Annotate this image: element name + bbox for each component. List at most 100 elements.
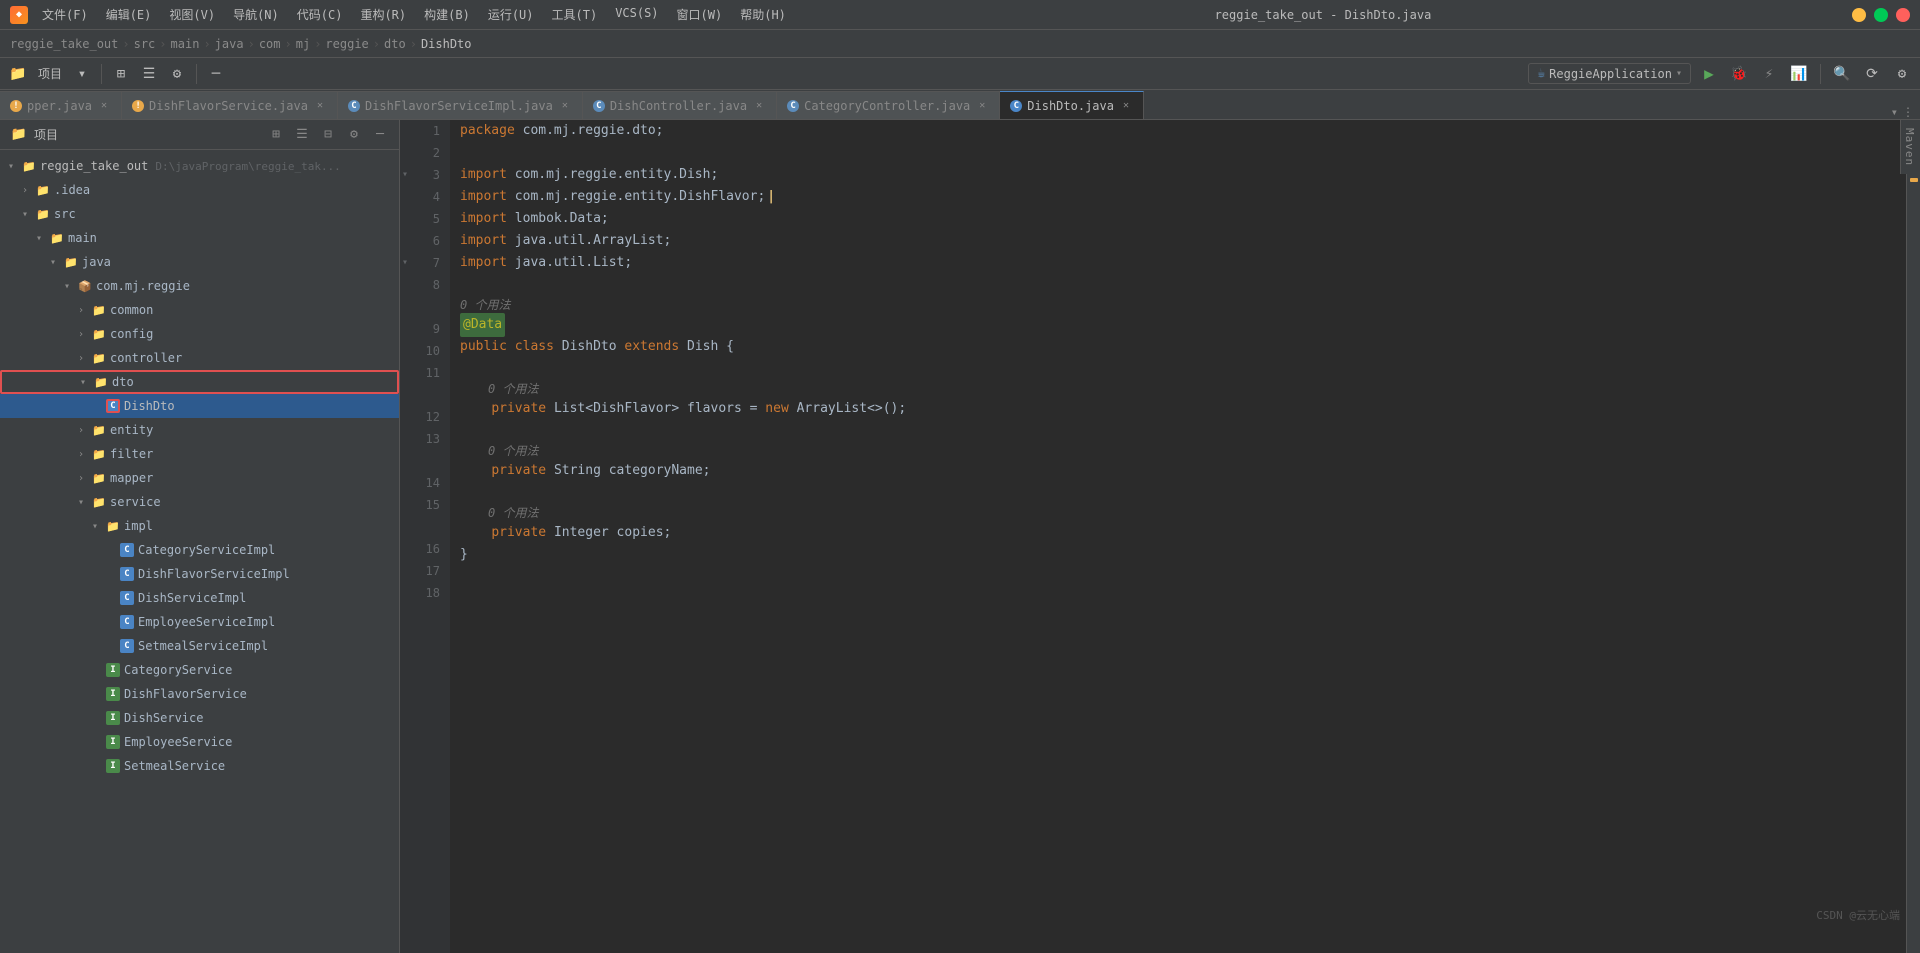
menu-code[interactable]: 代码(C): [289, 4, 351, 25]
gear-button[interactable]: ⚙: [343, 124, 365, 146]
run-button[interactable]: ▶: [1697, 62, 1721, 86]
tab-close-dishflavorserviceimpl[interactable]: ✕: [558, 99, 572, 113]
com-folder-icon: 📦: [77, 278, 93, 294]
menu-build[interactable]: 构建(B): [416, 4, 478, 25]
breadcrumb-com[interactable]: com: [259, 37, 281, 51]
menu-window[interactable]: 窗口(W): [669, 4, 731, 25]
line-4: 4: [400, 186, 450, 208]
menu-refactor[interactable]: 重构(R): [352, 4, 414, 25]
tab-close-dishflavorservice[interactable]: ✕: [313, 99, 327, 113]
breadcrumb-dto[interactable]: dto: [384, 37, 406, 51]
tree-setmealserviceimpl[interactable]: › C SetmealServiceImpl: [0, 634, 399, 658]
service-chevron-icon: ▾: [74, 495, 88, 509]
tree-com-mj-reggie[interactable]: ▾ 📦 com.mj.reggie: [0, 274, 399, 298]
tree-config[interactable]: › 📁 config: [0, 322, 399, 346]
tree-dishflavorservice[interactable]: › I DishFlavorService: [0, 682, 399, 706]
root-chevron-icon: ▾: [4, 159, 18, 173]
settings-button[interactable]: ⚙: [1890, 62, 1914, 86]
breadcrumb-main[interactable]: main: [171, 37, 200, 51]
breadcrumb-java[interactable]: java: [215, 37, 244, 51]
menu-vcs[interactable]: VCS(S): [607, 4, 666, 25]
tree-main[interactable]: ▾ 📁 main: [0, 226, 399, 250]
tabs-more-icon[interactable]: ⋮: [1902, 105, 1914, 119]
editor-area: ▾1 2 ▾3 4 5 6 ▾7 8 9 10 11 12 13 14: [400, 120, 1920, 953]
tabs-end-controls[interactable]: ▾ ⋮: [1885, 105, 1920, 119]
tree-filter[interactable]: › 📁 filter: [0, 442, 399, 466]
tree-dishdto[interactable]: › C DishDto: [0, 394, 399, 418]
align-button[interactable]: ☰: [291, 124, 313, 146]
tabs-dropdown-icon[interactable]: ▾: [1891, 105, 1898, 119]
update-button[interactable]: ⟳: [1860, 62, 1884, 86]
tree-dishservice-label: DishService: [124, 711, 203, 725]
tree-dishserviceimpl[interactable]: › C DishServiceImpl: [0, 586, 399, 610]
tab-close-dishcontroller[interactable]: ✕: [752, 99, 766, 113]
tree-root[interactable]: ▾ 📁 reggie_take_out D:\javaProgram\reggi…: [0, 154, 399, 178]
tree-categoryservice[interactable]: › I CategoryService: [0, 658, 399, 682]
fold-icon-7[interactable]: ▾: [402, 252, 408, 274]
tree-dishflavorserviceimpl[interactable]: › C DishFlavorServiceImpl: [0, 562, 399, 586]
tree-common[interactable]: › 📁 common: [0, 298, 399, 322]
tree-employeeservice[interactable]: › I EmployeeService: [0, 730, 399, 754]
tree-categoryserviceimpl[interactable]: › C CategoryServiceImpl: [0, 538, 399, 562]
tree-dishservice[interactable]: › I DishService: [0, 706, 399, 730]
warning-stripe: [1910, 178, 1918, 182]
more-options-button[interactable]: ⚙: [165, 62, 189, 86]
debug-button[interactable]: 🐞: [1727, 62, 1751, 86]
expand-all-button[interactable]: ⊞: [109, 62, 133, 86]
categoryservice-icon: I: [105, 662, 121, 678]
maven-tab[interactable]: Maven: [1900, 120, 1920, 174]
tree-entity[interactable]: › 📁 entity: [0, 418, 399, 442]
menu-navigate[interactable]: 导航(N): [225, 4, 287, 25]
tree-dto[interactable]: ▾ 📁 dto: [0, 370, 399, 394]
menu-run[interactable]: 运行(U): [480, 4, 542, 25]
collapse-all-button[interactable]: ☰: [137, 62, 161, 86]
menu-edit[interactable]: 编辑(E): [98, 4, 160, 25]
tree-src[interactable]: ▾ 📁 src: [0, 202, 399, 226]
tree-controller[interactable]: › 📁 controller: [0, 346, 399, 370]
tab-dishdto[interactable]: C DishDto.java ✕: [1000, 91, 1144, 119]
tab-close-dishdto[interactable]: ✕: [1119, 99, 1133, 113]
breadcrumb-reggie[interactable]: reggie: [325, 37, 368, 51]
profile-button[interactable]: 📊: [1787, 62, 1811, 86]
breadcrumb-mj[interactable]: mj: [296, 37, 310, 51]
expand-button[interactable]: ⊞: [265, 124, 287, 146]
tree-idea[interactable]: › 📁 .idea: [0, 178, 399, 202]
tree-mapper[interactable]: › 📁 mapper: [0, 466, 399, 490]
menu-help[interactable]: 帮助(H): [732, 4, 794, 25]
close-button[interactable]: ✕: [1896, 8, 1910, 22]
tree-service[interactable]: ▾ 📁 service: [0, 490, 399, 514]
tree-java[interactable]: ▾ 📁 java: [0, 250, 399, 274]
dropdown-icon[interactable]: ▾: [70, 62, 94, 86]
tab-categorycontroller[interactable]: C CategoryController.java ✕: [777, 91, 1000, 119]
close-panel-button[interactable]: ─: [204, 62, 228, 86]
menu-view[interactable]: 视图(V): [161, 4, 223, 25]
search-button[interactable]: 🔍: [1830, 62, 1854, 86]
tree-employeeserviceimpl[interactable]: › C EmployeeServiceImpl: [0, 610, 399, 634]
tree-impl[interactable]: ▾ 📁 impl: [0, 514, 399, 538]
tree-setmealservice[interactable]: › I SetmealService: [0, 754, 399, 778]
coverage-button[interactable]: ⚡: [1757, 62, 1781, 86]
menu-file[interactable]: 文件(F): [34, 4, 96, 25]
filter-button[interactable]: ⊟: [317, 124, 339, 146]
maximize-button[interactable]: □: [1874, 8, 1888, 22]
breadcrumb-dishdto[interactable]: DishDto: [421, 37, 472, 51]
minimize-button[interactable]: ─: [1852, 8, 1866, 22]
tab-close-categorycontroller[interactable]: ✕: [975, 99, 989, 113]
menu-tools[interactable]: 工具(T): [544, 4, 606, 25]
fold-icon-3[interactable]: ▾: [402, 164, 408, 186]
code-meta-9: 0 个用法: [460, 296, 1896, 314]
tab-pper[interactable]: ! pper.java ✕: [0, 91, 122, 119]
tab-dishflavorserviceimpl[interactable]: C DishFlavorServiceImpl.java ✕: [338, 91, 583, 119]
run-config-dropdown-icon[interactable]: ▾: [1676, 68, 1682, 79]
root-folder-icon: 📁: [21, 158, 37, 174]
tab-close-pper[interactable]: ✕: [97, 99, 111, 113]
breadcrumb-root[interactable]: reggie_take_out: [10, 37, 118, 51]
breadcrumb-src[interactable]: src: [134, 37, 156, 51]
tab-dishcontroller[interactable]: C DishController.java ✕: [583, 91, 777, 119]
code-line-9: @Data: [460, 314, 1896, 336]
code-content[interactable]: package com.mj.reggie.dto; import com.mj…: [450, 120, 1906, 953]
minimize-panel-button[interactable]: ─: [369, 124, 391, 146]
tab-dishflavorservice[interactable]: ! DishFlavorService.java ✕: [122, 91, 338, 119]
controller-folder-icon: 📁: [91, 350, 107, 366]
line-13: 13: [400, 428, 450, 450]
